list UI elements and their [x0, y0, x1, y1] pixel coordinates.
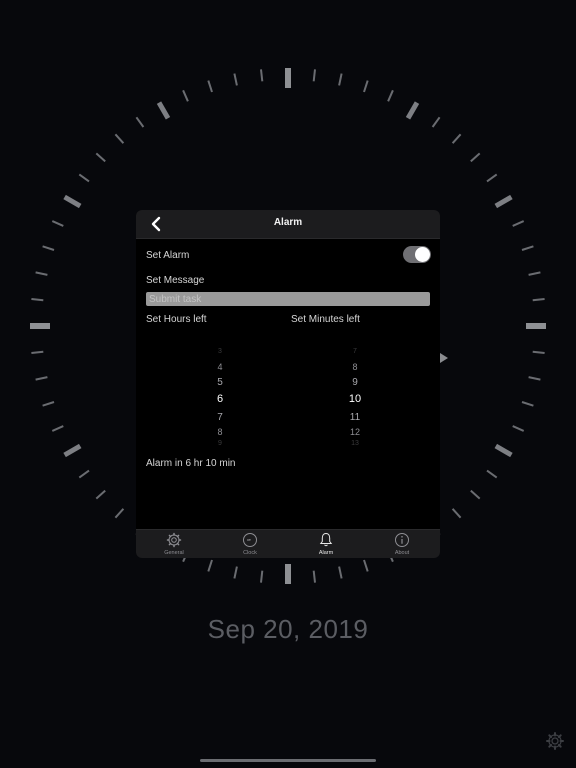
- hours-value: 7: [217, 412, 223, 423]
- minute-tick: [363, 559, 369, 572]
- minute-tick: [95, 152, 106, 163]
- minute-tick: [486, 173, 498, 183]
- minute-tick: [42, 401, 55, 407]
- minute-tick: [35, 376, 48, 381]
- gear-icon: [166, 532, 182, 548]
- tab-clock[interactable]: Clock: [212, 530, 288, 558]
- tab-bar: General Clock Alarm About: [136, 529, 440, 558]
- minute-tick: [470, 152, 481, 163]
- minutes-value: 7: [353, 348, 357, 355]
- bell-icon: [319, 532, 333, 547]
- minute-tick: [486, 469, 498, 479]
- minutes-value: 8: [352, 362, 358, 372]
- minute-tick: [312, 570, 316, 583]
- minute-tick: [233, 73, 238, 86]
- minute-tick: [521, 245, 534, 251]
- minute-tick: [31, 350, 44, 354]
- hours-value: 5: [217, 377, 223, 388]
- hour-tick: [405, 101, 420, 120]
- minute-tick: [338, 566, 343, 579]
- hours-selected-value: 6: [216, 393, 224, 405]
- hours-picker[interactable]: 3 4 5 6 7 8 9: [190, 340, 250, 447]
- minutes-value: 11: [349, 412, 361, 423]
- set-alarm-toggle[interactable]: [403, 246, 431, 263]
- minute-tick: [260, 69, 264, 82]
- minute-tick: [521, 401, 534, 407]
- clock-hand-tip: [440, 353, 448, 363]
- message-input[interactable]: [146, 292, 430, 306]
- minute-tick: [51, 425, 64, 432]
- hour-tick: [494, 194, 513, 209]
- alarm-settings-panel: Alarm Set Alarm Set Message Set Hours le…: [136, 210, 440, 558]
- minute-tick: [387, 89, 394, 102]
- minute-tick: [312, 69, 316, 82]
- minute-tick: [512, 425, 525, 432]
- minute-tick: [51, 220, 64, 227]
- date-label: Sep 20, 2019: [207, 614, 369, 644]
- settings-gear-icon[interactable]: [545, 731, 565, 751]
- home-indicator[interactable]: [200, 759, 376, 762]
- minutes-value: 13: [351, 440, 359, 447]
- clock-icon: [243, 533, 257, 547]
- minute-tick: [78, 173, 90, 183]
- tab-label: Alarm: [318, 550, 334, 556]
- minute-tick: [451, 508, 462, 519]
- minute-tick: [207, 80, 213, 93]
- minute-tick: [135, 116, 145, 128]
- minute-tick: [470, 489, 481, 500]
- panel-title: Alarm: [273, 217, 303, 228]
- minute-tick: [207, 559, 213, 572]
- hours-value: 8: [217, 427, 223, 437]
- clock-screen: Sep 20, 2019 Alarm Set Alarm Set Message…: [0, 0, 576, 768]
- alarm-status: Alarm in 6 hr 10 min: [146, 458, 236, 469]
- minute-tick: [35, 271, 48, 276]
- minute-tick: [42, 245, 55, 251]
- minute-tick: [431, 116, 441, 128]
- minute-tick: [528, 376, 541, 381]
- info-icon: [395, 533, 409, 547]
- minute-tick: [95, 489, 106, 500]
- minute-tick: [182, 89, 189, 102]
- set-message-label: Set Message: [146, 275, 205, 286]
- hour-tick: [63, 194, 82, 209]
- hours-value: 4: [217, 362, 223, 372]
- tab-label: Clock: [243, 550, 257, 556]
- tab-label: About: [394, 550, 410, 556]
- minute-tick: [338, 73, 343, 86]
- minute-tick: [260, 570, 264, 583]
- minutes-value: 12: [349, 427, 360, 437]
- hour-tick: [63, 443, 82, 458]
- minute-tick: [451, 133, 462, 144]
- minute-tick: [78, 469, 90, 479]
- minutes-picker[interactable]: 7 8 9 10 11 12 13: [325, 340, 385, 447]
- minute-tick: [114, 133, 125, 144]
- hour-tick: [494, 443, 513, 458]
- minute-tick: [528, 271, 541, 276]
- hour-tick: [156, 101, 171, 120]
- tab-label: General: [164, 550, 184, 556]
- minute-tick: [31, 298, 44, 302]
- hours-label: Set Hours left: [146, 314, 207, 325]
- set-alarm-label: Set Alarm: [146, 250, 190, 261]
- tab-about[interactable]: About: [364, 530, 440, 558]
- tab-alarm[interactable]: Alarm: [288, 530, 364, 558]
- minutes-label: Set Minutes left: [291, 314, 360, 325]
- nav-bar: Alarm: [136, 210, 440, 239]
- hours-value: 3: [218, 348, 222, 355]
- minute-tick: [363, 80, 369, 93]
- minute-tick: [532, 350, 545, 354]
- toggle-knob: [415, 247, 430, 262]
- minute-tick: [532, 298, 545, 302]
- hours-value: 9: [218, 440, 222, 447]
- tab-general[interactable]: General: [136, 530, 212, 558]
- minutes-selected-value: 10: [348, 393, 362, 405]
- minute-tick: [512, 220, 525, 227]
- minute-tick: [233, 566, 238, 579]
- minutes-value: 9: [352, 377, 358, 388]
- minute-tick: [114, 508, 125, 519]
